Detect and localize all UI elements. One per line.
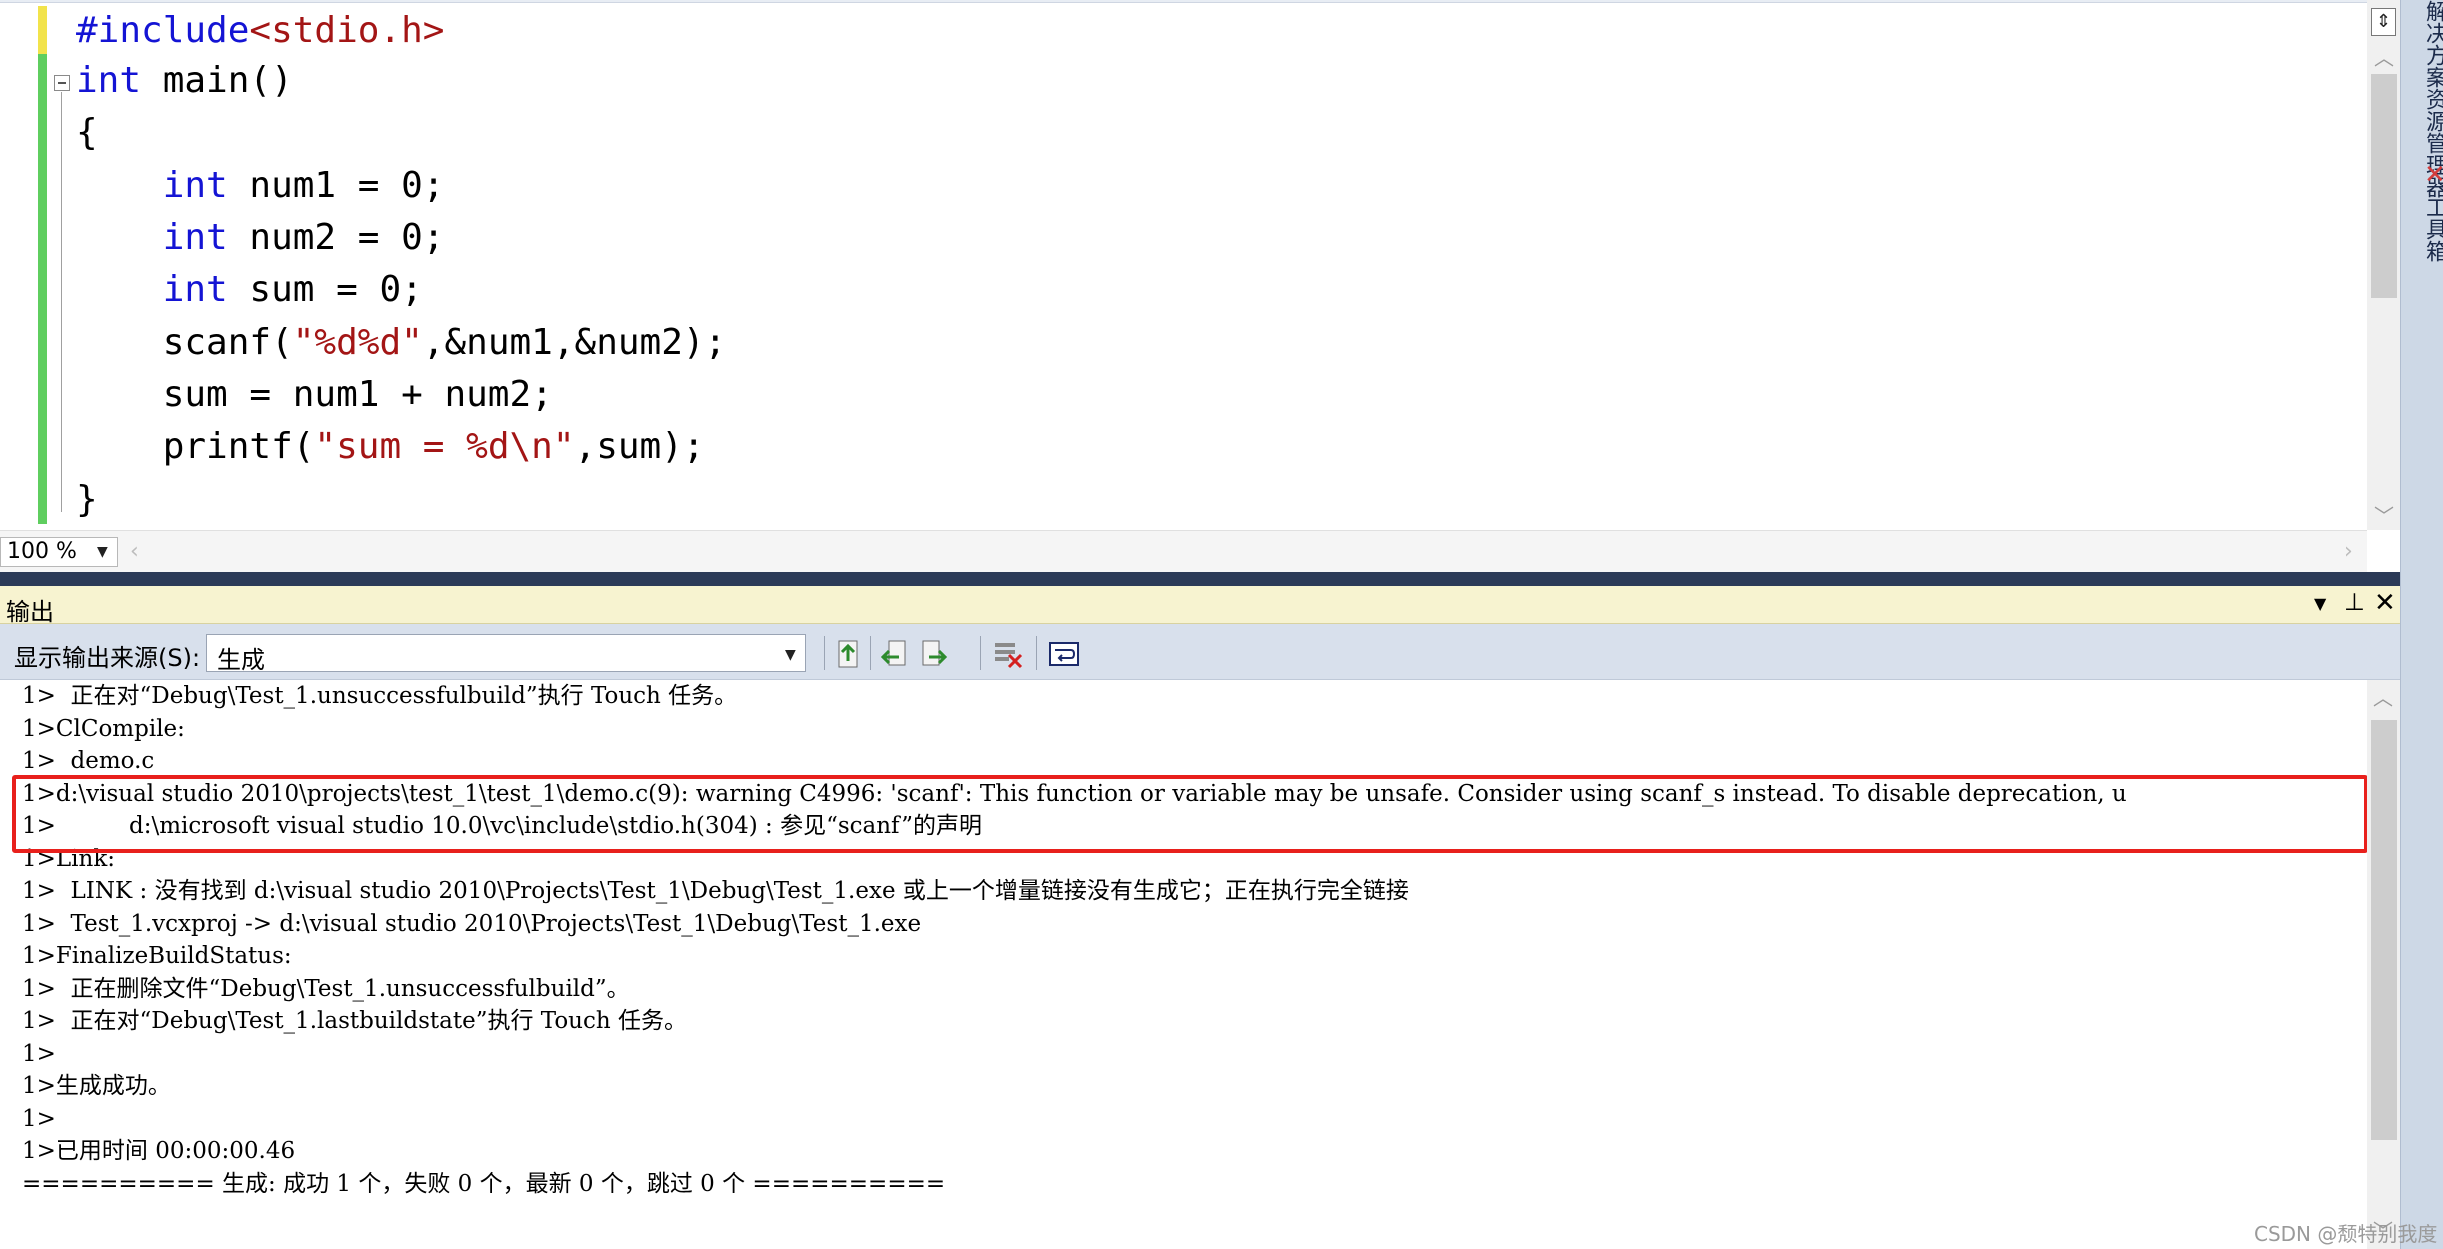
output-line: 1>已用时间 00:00:00.46 bbox=[22, 1138, 296, 1164]
code-token: ,sum); bbox=[574, 426, 705, 467]
previous-message-icon bbox=[880, 640, 906, 666]
code-line[interactable]: { bbox=[76, 108, 98, 158]
keyword-token: int bbox=[76, 60, 142, 101]
scroll-up-icon[interactable]: ︿ bbox=[2373, 682, 2393, 711]
code-token: ,&num1,&num2); bbox=[422, 322, 727, 363]
code-token: main() bbox=[141, 60, 293, 101]
previous-message-button[interactable] bbox=[876, 636, 910, 670]
output-source-select[interactable]: 生成 ▼ bbox=[206, 634, 806, 674]
output-line: 1> 正在对“Debug\Test_1.unsuccessfulbuild”执行… bbox=[22, 683, 738, 709]
collapse-toggle-icon[interactable] bbox=[54, 75, 70, 91]
output-panel-titlebar: 输出 ▼ ⊥ ✕ bbox=[0, 586, 2400, 626]
zoom-bar: 100 % ▼ ‹ › bbox=[0, 530, 2367, 572]
next-message-button[interactable] bbox=[916, 636, 950, 670]
output-line: 1>ClCompile: bbox=[22, 715, 185, 742]
zoom-value: 100 % bbox=[7, 539, 77, 564]
output-line: 1> 正在删除文件“Debug\Test_1.unsuccessfulbuild… bbox=[22, 975, 630, 1002]
window-position-dropdown-icon[interactable]: ▼ bbox=[2314, 594, 2326, 613]
code-token: num2 = 0; bbox=[227, 217, 445, 258]
output-line: ========== 生成: 成功 1 个，失败 0 个，最新 0 个，跳过 0… bbox=[22, 1170, 946, 1197]
editor-top-border bbox=[0, 0, 2400, 3]
clear-all-icon bbox=[995, 643, 1023, 669]
scroll-right-icon[interactable]: › bbox=[2344, 539, 2353, 564]
string-token: "sum = %d\n" bbox=[314, 426, 575, 467]
code-line[interactable]: int num2 = 0; bbox=[76, 213, 445, 263]
change-marker-unsaved bbox=[38, 6, 47, 54]
output-panel-title: 输出 bbox=[6, 598, 54, 626]
output-source-label: 显示输出来源(S): bbox=[14, 644, 201, 672]
next-message-icon bbox=[922, 640, 948, 666]
code-line[interactable]: printf("sum = %d\n",sum); bbox=[76, 422, 705, 472]
scroll-down-icon[interactable]: ﹀ bbox=[2373, 500, 2395, 528]
code-token: scanf( bbox=[76, 322, 293, 363]
string-token: "%d%d" bbox=[292, 322, 423, 363]
code-line[interactable]: int sum = 0; bbox=[76, 265, 423, 315]
warning-highlight-box bbox=[12, 775, 2368, 853]
string-token: <stdio.h> bbox=[249, 10, 445, 51]
output-line: 1>FinalizeBuildStatus: bbox=[22, 943, 292, 969]
split-window-icon[interactable]: ⇕ bbox=[2371, 8, 2396, 36]
change-marker-saved bbox=[38, 54, 47, 524]
pin-icon[interactable]: ⊥ bbox=[2344, 588, 2365, 616]
code-token: } bbox=[76, 479, 98, 520]
output-toolbar: 显示输出来源(S): 生成 ▼ bbox=[0, 624, 2400, 680]
toolbox-icon[interactable]: ✕ bbox=[2424, 160, 2443, 190]
code-line[interactable]: int main() bbox=[76, 56, 293, 106]
toggle-word-wrap-button[interactable] bbox=[1046, 636, 1080, 670]
code-token: num1 = 0; bbox=[227, 165, 445, 206]
toolbar-separator bbox=[870, 636, 871, 670]
watermark: CSDN @颓特别我度 bbox=[2254, 1222, 2438, 1246]
output-line: 1> demo.c bbox=[22, 748, 155, 774]
output-source-value: 生成 bbox=[217, 646, 265, 674]
code-line[interactable]: int num1 = 0; bbox=[76, 161, 445, 211]
code-token: printf( bbox=[76, 426, 315, 467]
code-line[interactable]: scanf("%d%d",&num1,&num2); bbox=[76, 318, 727, 368]
output-text-area[interactable] bbox=[0, 680, 2367, 1249]
code-token: sum = 0; bbox=[227, 269, 423, 310]
toolbox-tab[interactable]: 工具箱 bbox=[2420, 196, 2443, 262]
keyword-token: int bbox=[162, 165, 228, 206]
code-line[interactable]: #include<stdio.h> bbox=[76, 6, 444, 56]
clear-all-button[interactable] bbox=[990, 636, 1024, 670]
code-editor[interactable]: #include<stdio.h> int main(){ int num1 = … bbox=[0, 0, 2400, 572]
keyword-token: int bbox=[162, 217, 228, 258]
toolbar-separator bbox=[1036, 636, 1037, 670]
output-line: 1> Test_1.vcxproj -> d:\visual studio 20… bbox=[22, 910, 922, 937]
output-line: 1> LINK : 没有找到 d:\visual studio 2010\Pro… bbox=[22, 878, 1409, 904]
dropdown-arrow-icon: ▼ bbox=[785, 647, 796, 663]
code-token: sum = num1 + num2; bbox=[76, 374, 553, 415]
goto-code-icon bbox=[838, 640, 858, 668]
keyword-token: int bbox=[162, 269, 228, 310]
close-icon[interactable]: ✕ bbox=[2374, 588, 2396, 618]
code-line[interactable]: sum = num1 + num2; bbox=[76, 370, 553, 420]
zoom-select[interactable]: 100 % ▼ bbox=[0, 537, 118, 567]
code-token: #include bbox=[76, 10, 250, 51]
output-line: 1> bbox=[22, 1040, 56, 1067]
code-line[interactable]: } bbox=[76, 475, 98, 525]
panel-splitter[interactable] bbox=[0, 572, 2400, 586]
code-token: { bbox=[76, 112, 98, 153]
scroll-up-icon[interactable]: ︿ bbox=[2373, 42, 2395, 70]
output-line: 1>生成成功。 bbox=[22, 1073, 171, 1099]
editor-scroll-thumb[interactable] bbox=[2371, 74, 2397, 298]
word-wrap-icon bbox=[1049, 642, 1079, 666]
dropdown-arrow-icon: ▼ bbox=[97, 544, 108, 560]
find-message-in-code-button[interactable] bbox=[830, 636, 864, 670]
output-scroll-thumb[interactable] bbox=[2371, 720, 2397, 1140]
toolbar-separator bbox=[824, 636, 825, 670]
output-line: 1> 正在对“Debug\Test_1.lastbuildstate”执行 To… bbox=[22, 1008, 687, 1034]
outline-guide bbox=[61, 92, 62, 512]
toolbar-separator bbox=[980, 636, 981, 670]
output-line: 1> bbox=[22, 1105, 56, 1132]
scroll-left-icon[interactable]: ‹ bbox=[130, 539, 139, 564]
